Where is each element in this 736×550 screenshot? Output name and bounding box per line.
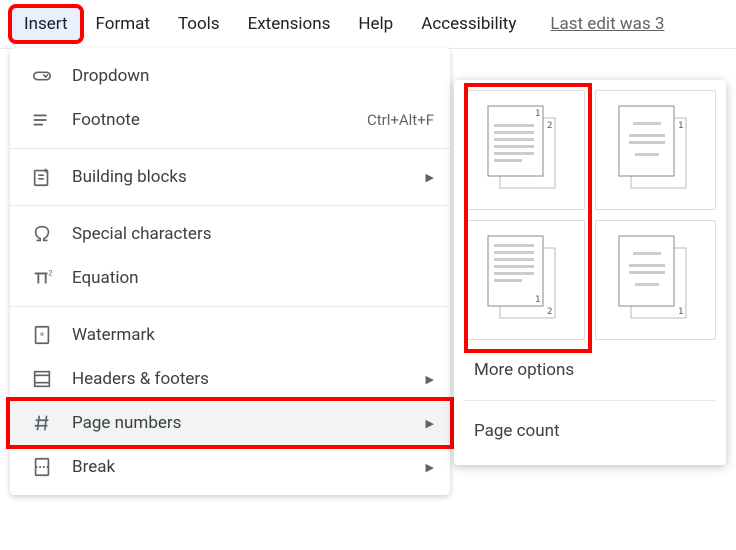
- chevron-right-icon: ▶: [426, 417, 434, 430]
- dropdown-icon: [30, 64, 54, 88]
- menubar-format[interactable]: Format: [84, 8, 162, 40]
- svg-text:1: 1: [535, 109, 540, 119]
- menu-divider: [10, 306, 450, 307]
- menubar-extensions[interactable]: Extensions: [236, 8, 343, 40]
- last-edit-text[interactable]: Last edit was 3: [550, 14, 664, 34]
- page-thumb-icon: 1: [611, 100, 701, 200]
- watermark-icon: [30, 323, 54, 347]
- insert-menu: Dropdown Footnote Ctrl+Alt+F Building bl…: [10, 48, 450, 495]
- menu-label: Page numbers: [72, 413, 414, 433]
- menu-dropdown[interactable]: Dropdown: [10, 54, 450, 98]
- menu-special-characters[interactable]: Special characters: [10, 212, 450, 256]
- menu-divider: [10, 148, 450, 149]
- svg-text:2: 2: [547, 121, 552, 131]
- menu-label: Equation: [72, 268, 434, 288]
- menubar: Insert Format Tools Extensions Help Acce…: [0, 0, 736, 49]
- hash-icon: [30, 411, 54, 435]
- page-number-thumbnails: 1 2 1: [464, 90, 716, 340]
- menu-equation[interactable]: 2 Equation: [10, 256, 450, 300]
- svg-text:2: 2: [48, 268, 52, 277]
- svg-text:2: 2: [547, 307, 552, 317]
- menu-shortcut: Ctrl+Alt+F: [367, 111, 434, 129]
- thumb-bottom-right-skip-first[interactable]: 1: [595, 220, 716, 340]
- menubar-tools[interactable]: Tools: [166, 8, 232, 40]
- headers-footers-icon: [30, 367, 54, 391]
- menu-building-blocks[interactable]: Building blocks ▶: [10, 155, 450, 199]
- menu-label: Dropdown: [72, 66, 434, 86]
- page-numbers-submenu: 1 2 1: [454, 80, 726, 465]
- chevron-right-icon: ▶: [426, 373, 434, 386]
- menu-break[interactable]: Break ▶: [10, 445, 450, 489]
- submenu-page-count[interactable]: Page count: [464, 407, 716, 455]
- menu-label: Building blocks: [72, 167, 414, 187]
- menu-footnote[interactable]: Footnote Ctrl+Alt+F: [10, 98, 450, 142]
- page-thumb-icon: 1 2: [480, 230, 570, 330]
- footnote-icon: [30, 108, 54, 132]
- page-thumb-icon: 1 2: [480, 100, 570, 200]
- menu-divider: [10, 205, 450, 206]
- menu-label: Headers & footers: [72, 369, 414, 389]
- break-icon: [30, 455, 54, 479]
- page-thumb-icon: 1: [611, 230, 701, 330]
- menubar-insert[interactable]: Insert: [12, 8, 80, 40]
- menu-headers-footers[interactable]: Headers & footers ▶: [10, 357, 450, 401]
- pi-icon: 2: [30, 266, 54, 290]
- menu-label: Watermark: [72, 325, 434, 345]
- svg-text:1: 1: [678, 307, 683, 317]
- submenu-divider: [464, 400, 716, 401]
- menu-watermark[interactable]: Watermark: [10, 313, 450, 357]
- chevron-right-icon: ▶: [426, 171, 434, 184]
- building-blocks-icon: [30, 165, 54, 189]
- thumb-top-right-skip-first[interactable]: 1: [595, 90, 716, 210]
- omega-icon: [30, 222, 54, 246]
- svg-text:1: 1: [678, 121, 683, 131]
- menu-label: Break: [72, 457, 414, 477]
- menu-label: Special characters: [72, 224, 434, 244]
- menubar-help[interactable]: Help: [346, 8, 405, 40]
- svg-text:1: 1: [535, 295, 540, 305]
- thumb-top-right-numbered[interactable]: 1 2: [464, 90, 585, 210]
- chevron-right-icon: ▶: [426, 461, 434, 474]
- menu-page-numbers[interactable]: Page numbers ▶: [10, 401, 450, 445]
- thumb-bottom-right-numbered[interactable]: 1 2: [464, 220, 585, 340]
- menu-label: Footnote: [72, 110, 355, 130]
- submenu-more-options[interactable]: More options: [464, 346, 716, 394]
- menubar-accessibility[interactable]: Accessibility: [409, 8, 528, 40]
